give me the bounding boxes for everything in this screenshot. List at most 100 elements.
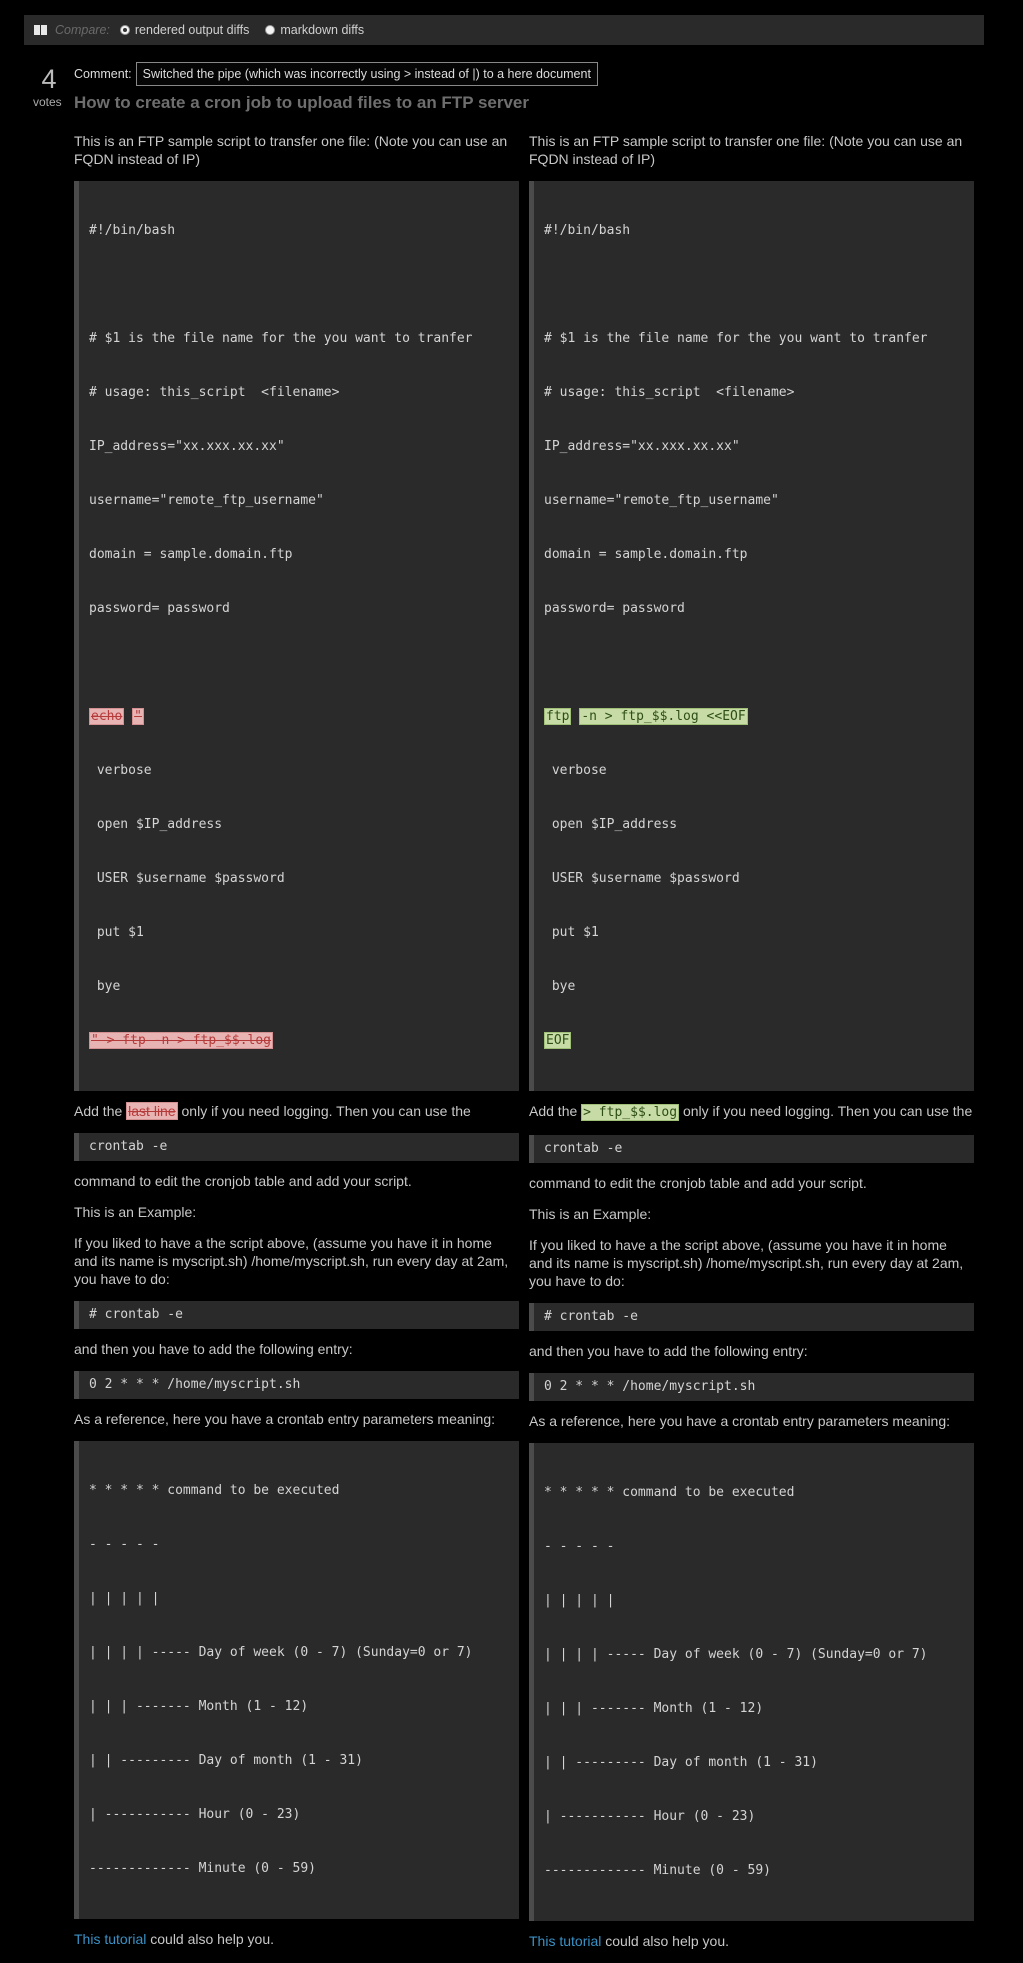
markdown-diff-radio[interactable] bbox=[265, 25, 276, 35]
comment-label: Comment: bbox=[74, 67, 132, 81]
inserted-log-redirect: > ftp_$$.log bbox=[581, 1104, 680, 1121]
code-line: put $1 bbox=[89, 925, 144, 940]
code-line: verbose bbox=[544, 763, 607, 778]
code-line: | | | ------- Month (1 - 12) bbox=[89, 1699, 309, 1714]
code-line: # usage: this_script <filename> bbox=[89, 385, 340, 400]
reference-code-block: * * * * * command to be executed - - - -… bbox=[529, 1443, 974, 1921]
code-line: #!/bin/bash bbox=[544, 223, 631, 238]
code-line: | ----------- Hour (0 - 23) bbox=[89, 1807, 301, 1822]
code-line: ------------- Minute (0 - 59) bbox=[89, 1861, 316, 1876]
code-line: # crontab -e bbox=[89, 1307, 183, 1322]
code-line: - - - - - bbox=[89, 1537, 160, 1552]
code-line: # usage: this_script <filename> bbox=[544, 385, 795, 400]
intro-text: This is an FTP sample script to transfer… bbox=[529, 133, 963, 167]
reference-text: As a reference, here you have a crontab … bbox=[529, 1413, 951, 1429]
code-line: | | | | ----- Day of week (0 - 7) (Sunda… bbox=[89, 1645, 473, 1660]
entry-text: and then you have to add the following e… bbox=[74, 1341, 353, 1357]
code-line-deleted: echo " bbox=[89, 708, 509, 726]
logging-text: Add the last line only if you need loggi… bbox=[74, 1102, 519, 1120]
code-line: USER $username $password bbox=[89, 871, 285, 886]
logging-pre: Add the bbox=[529, 1103, 578, 1119]
old-revision-column: This is an FTP sample script to transfer… bbox=[74, 132, 519, 1961]
edit-text: command to edit the cronjob table and ad… bbox=[529, 1175, 867, 1191]
deleted-echo: echo bbox=[89, 708, 125, 725]
code-line: verbose bbox=[89, 763, 152, 778]
code-line: # $1 is the file name for the you want t… bbox=[89, 331, 473, 346]
question-title[interactable]: How to create a cron job to upload files… bbox=[74, 93, 529, 113]
new-revision-column: This is an FTP sample script to transfer… bbox=[529, 132, 974, 1963]
logging-post: only if you need logging. Then you can u… bbox=[181, 1103, 471, 1119]
code-line: # $1 is the file name for the you want t… bbox=[544, 331, 928, 346]
intro-text: This is an FTP sample script to transfer… bbox=[74, 133, 508, 167]
code-line: username="remote_ftp_username" bbox=[544, 493, 779, 508]
code-line: put $1 bbox=[544, 925, 599, 940]
reference-code-block: * * * * * command to be executed - - - -… bbox=[74, 1441, 519, 1919]
code-line: crontab -e bbox=[544, 1141, 623, 1156]
vote-count: 4 bbox=[41, 64, 57, 94]
inserted-ftp: ftp bbox=[544, 708, 572, 725]
book-icon bbox=[34, 25, 48, 35]
code-line: 0 2 * * * /home/myscript.sh bbox=[89, 1377, 301, 1392]
code-line: IP_address="xx.xxx.xx.xx" bbox=[544, 439, 740, 454]
deleted-quote: " bbox=[132, 708, 144, 725]
logging-pre: Add the bbox=[74, 1103, 123, 1119]
crontab-root-code-block: # crontab -e bbox=[74, 1301, 519, 1329]
script-code-block: #!/bin/bash # $1 is the file name for th… bbox=[74, 181, 519, 1091]
crontab-code-block: crontab -e bbox=[74, 1133, 519, 1161]
example-label: This is an Example: bbox=[74, 1204, 197, 1220]
compare-bar: Compare: rendered output diffs markdown … bbox=[24, 15, 984, 45]
code-line: * * * * * command to be executed bbox=[89, 1483, 340, 1498]
entry-text: and then you have to add the following e… bbox=[529, 1343, 808, 1359]
entry-code-block: 0 2 * * * /home/myscript.sh bbox=[74, 1371, 519, 1399]
code-line: | | | ------- Month (1 - 12) bbox=[544, 1701, 764, 1716]
code-line: - - - - - bbox=[544, 1539, 615, 1554]
revision-comment: Comment: Switched the pipe (which was in… bbox=[74, 62, 598, 86]
compare-label: Compare: bbox=[55, 23, 110, 37]
code-line: bye bbox=[544, 979, 576, 994]
code-line: | | --------- Day of month (1 - 31) bbox=[544, 1755, 818, 1770]
code-line: crontab -e bbox=[89, 1139, 168, 1154]
rendered-diff-label[interactable]: rendered output diffs bbox=[135, 23, 249, 37]
code-line: | | | | | bbox=[89, 1591, 160, 1606]
code-line: open $IP_address bbox=[544, 817, 678, 832]
tutorial-text: This tutorial could also help you. bbox=[74, 1930, 519, 1948]
crontab-root-code-block: # crontab -e bbox=[529, 1303, 974, 1331]
vote-label: votes bbox=[33, 95, 62, 109]
tutorial-link[interactable]: This tutorial bbox=[74, 1931, 146, 1947]
script-code-block: #!/bin/bash # $1 is the file name for th… bbox=[529, 181, 974, 1091]
tutorial-text: This tutorial could also help you. bbox=[529, 1932, 974, 1950]
code-line: password= password bbox=[544, 601, 685, 616]
code-line-inserted: ftp -n > ftp_$$.log <<EOF bbox=[544, 708, 964, 726]
code-line: bye bbox=[89, 979, 121, 994]
example-text: If you liked to have a the script above,… bbox=[74, 1235, 509, 1287]
code-line: domain = sample.domain.ftp bbox=[89, 547, 293, 562]
example-label: This is an Example: bbox=[529, 1206, 652, 1222]
markdown-diff-label[interactable]: markdown diffs bbox=[280, 23, 364, 37]
code-line: IP_address="xx.xxx.xx.xx" bbox=[89, 439, 285, 454]
code-line: | ----------- Hour (0 - 23) bbox=[544, 1809, 756, 1824]
entry-code-block: 0 2 * * * /home/myscript.sh bbox=[529, 1373, 974, 1401]
crontab-code-block: crontab -e bbox=[529, 1135, 974, 1163]
rendered-diff-radio[interactable] bbox=[119, 25, 130, 35]
deleted-last-line: last line bbox=[126, 1102, 178, 1120]
code-line: | | --------- Day of month (1 - 31) bbox=[89, 1753, 363, 1768]
code-line: | | | | ----- Day of week (0 - 7) (Sunda… bbox=[544, 1647, 928, 1662]
code-line: | | | | | bbox=[544, 1593, 615, 1608]
code-line: #!/bin/bash bbox=[89, 223, 176, 238]
code-line: domain = sample.domain.ftp bbox=[544, 547, 748, 562]
tutorial-rest: could also help you. bbox=[146, 1931, 274, 1947]
code-line: * * * * * command to be executed bbox=[544, 1485, 795, 1500]
tutorial-link[interactable]: This tutorial bbox=[529, 1933, 601, 1949]
logging-text: Add the > ftp_$$.log only if you need lo… bbox=[529, 1102, 974, 1122]
reference-text: As a reference, here you have a crontab … bbox=[74, 1411, 496, 1427]
example-text: If you liked to have a the script above,… bbox=[529, 1237, 964, 1289]
code-line: username="remote_ftp_username" bbox=[89, 493, 324, 508]
code-line: # crontab -e bbox=[544, 1309, 638, 1324]
code-line: ------------- Minute (0 - 59) bbox=[544, 1863, 771, 1878]
code-line: 0 2 * * * /home/myscript.sh bbox=[544, 1379, 756, 1394]
code-line: open $IP_address bbox=[89, 817, 223, 832]
